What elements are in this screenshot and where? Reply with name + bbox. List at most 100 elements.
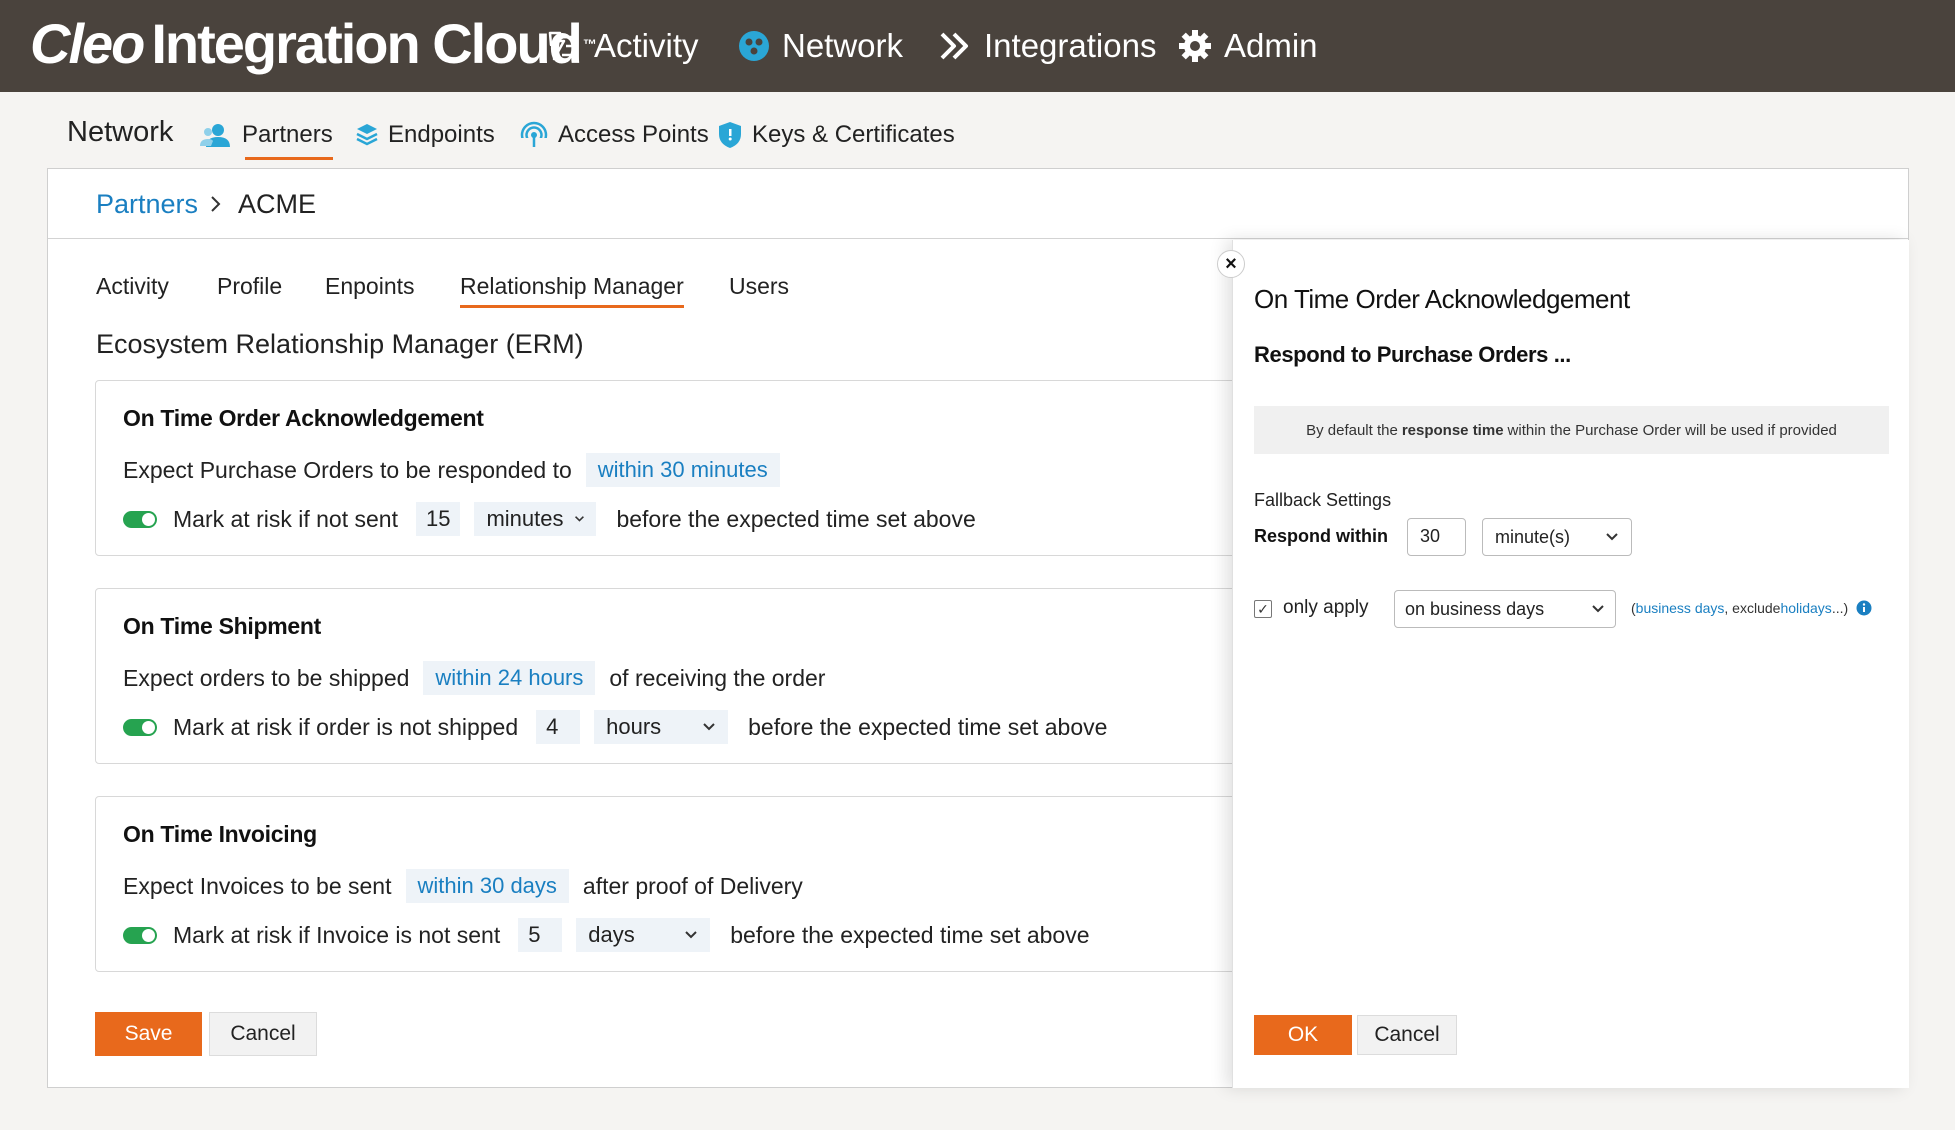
card-ack-unit-select[interactable]: minutes	[474, 502, 597, 536]
chevron-right-icon	[211, 196, 221, 212]
business-days-select[interactable]: on business days	[1394, 590, 1616, 628]
subnav-partners[interactable]: Partners	[200, 118, 333, 160]
card-ack-expect-label: Expect Purchase Orders to be responded t…	[123, 456, 572, 483]
holidays-link[interactable]: holidays	[1780, 600, 1831, 616]
card-invoice-window-link[interactable]: within 30 days	[405, 869, 569, 903]
chevron-down-icon	[1592, 605, 1604, 613]
card-ack-risk-number[interactable]: 15	[415, 502, 461, 536]
layers-icon	[356, 124, 378, 146]
card-invoice-unit-select[interactable]: days	[576, 918, 711, 952]
card-ack-unit-value: minutes	[486, 506, 564, 531]
card-ack-window-link[interactable]: within 30 minutes	[585, 453, 780, 487]
business-days-link[interactable]: business days	[1636, 600, 1725, 616]
shield-icon	[719, 122, 741, 148]
network-subnav: Network Partners Endpoints Access Points…	[0, 92, 1955, 168]
subnav-title: Network	[67, 116, 174, 148]
card-ack-risk-row: Mark at risk if not sent 15 minutes befo…	[123, 501, 976, 537]
fallback-settings-label: Fallback Settings	[1254, 490, 1392, 510]
breadcrumb: Partners ACME	[48, 169, 1908, 239]
chevron-down-icon	[574, 516, 584, 522]
card-ship-window-link[interactable]: within 24 hours	[423, 661, 596, 695]
breadcrumb-partners-link[interactable]: Partners	[96, 189, 198, 220]
side-panel-cancel-button[interactable]: Cancel	[1357, 1015, 1457, 1055]
logo-product: Integration Cloud	[151, 12, 583, 75]
respond-unit-select[interactable]: minute(s)	[1482, 518, 1632, 556]
erm-title: Ecosystem Relationship Manager (ERM)	[96, 329, 584, 359]
card-invoicing: On Time Invoicing Expect Invoices to be …	[95, 796, 1275, 972]
logo-cleo: Cleo	[30, 12, 145, 75]
cancel-button[interactable]: Cancel	[209, 1012, 317, 1056]
default-response-note: By default the response time within the …	[1254, 406, 1889, 454]
app-logo[interactable]: Cleo Integration Cloud ™	[30, 12, 597, 76]
card-ship-after: of receiving the order	[609, 664, 826, 691]
card-ship-unit-value: hours	[606, 714, 662, 739]
card-ack-risk-label: Mark at risk if not sent	[173, 505, 398, 532]
card-ship-expect-label: Expect orders to be shipped	[123, 664, 410, 691]
subnav-partners-label: Partners	[242, 121, 333, 148]
card-ship-title: On Time Shipment	[123, 613, 321, 639]
card-ship-unit-select[interactable]: hours	[594, 710, 729, 744]
topnav-network[interactable]: Network	[738, 22, 903, 70]
topnav-network-label: Network	[782, 27, 904, 64]
card-invoice-tail: before the expected time set above	[730, 921, 1090, 948]
topnav-integrations[interactable]: Integrations	[938, 22, 1156, 70]
topnav-admin-label: Admin	[1224, 27, 1318, 64]
card-ship-risk-label: Mark at risk if order is not shipped	[173, 713, 519, 740]
settings-side-panel: On Time Order Acknowledgement Respond to…	[1232, 240, 1909, 1088]
subnav-access-points[interactable]: Access Points	[520, 118, 709, 152]
note-bold: response time	[1401, 421, 1504, 439]
card-order-acknowledgement: On Time Order Acknowledgement Expect Pur…	[95, 380, 1275, 556]
activity-icon	[548, 31, 578, 61]
breadcrumb-current: ACME	[238, 189, 317, 219]
tab-profile[interactable]: Profile	[217, 273, 282, 300]
only-apply-checkbox[interactable]: ✓	[1254, 600, 1272, 618]
card-ship-risk-toggle[interactable]	[123, 718, 157, 736]
card-invoice-expect-row: Expect Invoices to be sent within 30 day…	[123, 868, 803, 904]
card-shipment: On Time Shipment Expect orders to be shi…	[95, 588, 1275, 764]
card-ship-tail: before the expected time set above	[748, 713, 1108, 740]
note-suffix: within the Purchase Order will be used i…	[1507, 421, 1837, 439]
ok-button[interactable]: OK	[1254, 1015, 1352, 1055]
side-panel-title: On Time Order Acknowledgement	[1254, 284, 1630, 314]
respond-within-input[interactable]: 30	[1407, 518, 1466, 556]
card-ship-risk-number[interactable]: 4	[536, 710, 581, 744]
tab-relationship-manager[interactable]: Relationship Manager	[460, 273, 684, 308]
tab-activity[interactable]: Activity	[96, 273, 169, 300]
partners-icon	[200, 124, 230, 147]
business-days-hint: (business days, exclude holidays ...)	[1631, 600, 1872, 616]
card-ship-expect-row: Expect orders to be shipped within 24 ho…	[123, 660, 825, 696]
card-invoice-unit-value: days	[588, 922, 635, 947]
topnav-activity[interactable]: Activity	[546, 22, 699, 70]
close-side-panel-button[interactable]: ×	[1217, 250, 1245, 278]
info-icon[interactable]	[1856, 600, 1872, 616]
topnav-admin[interactable]: Admin	[1178, 22, 1318, 70]
card-invoice-expect-label: Expect Invoices to be sent	[123, 872, 392, 899]
card-ship-risk-row: Mark at risk if order is not shipped 4 h…	[123, 709, 1107, 745]
tab-users[interactable]: Users	[729, 273, 789, 300]
hint-close: ...)	[1831, 600, 1849, 616]
subnav-keys-label: Keys & Certificates	[752, 121, 955, 148]
signal-icon	[520, 121, 548, 149]
card-invoice-risk-row: Mark at risk if Invoice is not sent 5 da…	[123, 917, 1090, 953]
card-ack-tail: before the expected time set above	[616, 505, 976, 532]
tab-endpoints[interactable]: Enpoints	[325, 273, 415, 300]
gear-icon	[1179, 30, 1211, 62]
topnav-activity-label: Activity	[594, 27, 699, 64]
only-apply-label: only apply	[1283, 597, 1369, 618]
subnav-access-points-label: Access Points	[558, 121, 709, 148]
card-ack-title: On Time Order Acknowledgement	[123, 405, 484, 431]
respond-within-label: Respond within	[1254, 526, 1388, 546]
save-button[interactable]: Save	[95, 1012, 202, 1056]
card-invoice-risk-toggle[interactable]	[123, 926, 157, 944]
note-prefix: By default the	[1306, 421, 1398, 439]
card-invoice-risk-label: Mark at risk if Invoice is not sent	[173, 921, 501, 948]
card-invoice-after: after proof of Delivery	[582, 872, 803, 899]
integrations-icon	[940, 32, 968, 60]
respond-unit-value: minute(s)	[1495, 526, 1571, 547]
card-invoice-risk-number[interactable]: 5	[518, 918, 563, 952]
card-ack-risk-toggle[interactable]	[123, 510, 157, 528]
network-icon	[739, 31, 769, 61]
topnav-integrations-label: Integrations	[984, 27, 1157, 64]
subnav-endpoints[interactable]: Endpoints	[356, 118, 495, 152]
subnav-keys[interactable]: Keys & Certificates	[718, 118, 955, 152]
